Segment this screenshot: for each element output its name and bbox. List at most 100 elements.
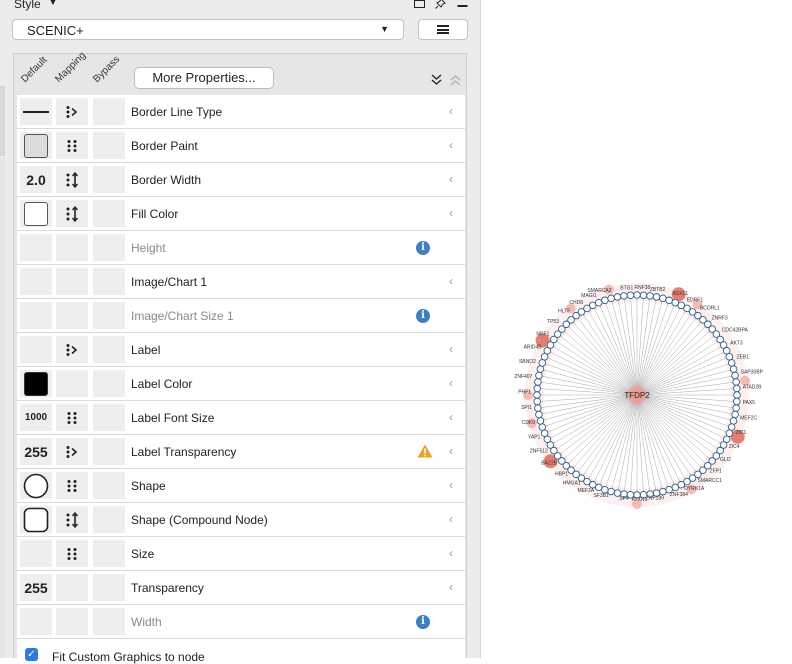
bypass-cell[interactable]	[93, 132, 125, 159]
more-properties-button[interactable]: More Properties...	[134, 67, 274, 89]
style-selector[interactable]: SCENIC+ ▼	[12, 19, 404, 40]
info-icon[interactable]: i	[416, 241, 430, 255]
discrete-mapping-icon[interactable]	[56, 98, 88, 125]
default-value-cell[interactable]	[20, 370, 52, 397]
collapse-all-icon[interactable]	[431, 74, 442, 88]
property-row-image-chart-1[interactable]: Image/Chart 1 ‹	[17, 265, 465, 299]
bypass-cell[interactable]	[93, 166, 125, 193]
default-value-cell[interactable]	[20, 506, 52, 533]
bypass-cell[interactable]	[93, 404, 125, 431]
bypass-cell[interactable]	[93, 608, 125, 635]
continuous-mapping-icon[interactable]	[56, 166, 88, 193]
default-value-cell[interactable]	[20, 608, 52, 635]
passthrough-mapping-icon[interactable]	[56, 404, 88, 431]
mapping-cell[interactable]	[56, 370, 88, 397]
warning-icon[interactable]	[417, 444, 433, 458]
pin-icon[interactable]	[434, 0, 446, 9]
continuous-mapping-icon[interactable]	[56, 200, 88, 227]
network-node	[535, 371, 543, 380]
default-value-cell[interactable]	[20, 268, 52, 295]
property-row-label[interactable]: Label ‹	[17, 333, 465, 367]
passthrough-mapping-icon[interactable]	[56, 472, 88, 499]
property-row-label-transparency[interactable]: 255 Label Transparency ‹	[17, 435, 465, 469]
chevron-left-icon[interactable]: ‹	[449, 138, 453, 152]
bypass-cell[interactable]	[93, 574, 125, 601]
chevron-left-icon[interactable]: ‹	[449, 342, 453, 356]
bypass-cell[interactable]	[93, 438, 125, 465]
property-row-image-chart-size-1[interactable]: Image/Chart Size 1 i	[17, 299, 465, 333]
network-node	[732, 378, 740, 386]
property-label: Transparency	[131, 581, 204, 595]
property-row-shape[interactable]: Shape ‹	[17, 469, 465, 503]
chevron-left-icon[interactable]: ‹	[449, 410, 453, 424]
minimize-icon[interactable]	[456, 0, 468, 9]
property-row-fill-color[interactable]: Fill Color ‹	[17, 197, 465, 231]
passthrough-mapping-icon[interactable]	[56, 132, 88, 159]
property-row-transparency[interactable]: 255 Transparency ‹	[17, 571, 465, 605]
default-value-cell[interactable]	[20, 200, 52, 227]
chevron-left-icon[interactable]: ‹	[449, 376, 453, 390]
bypass-cell[interactable]	[93, 370, 125, 397]
property-row-border-paint[interactable]: Border Paint ‹	[17, 129, 465, 163]
bypass-cell[interactable]	[93, 336, 125, 363]
panel-title-dropdown-icon[interactable]: ▼	[48, 0, 58, 8]
fit-custom-graphics-checkbox[interactable]: ✓	[25, 648, 38, 661]
continuous-mapping-icon[interactable]	[56, 506, 88, 533]
bypass-cell[interactable]	[93, 506, 125, 533]
network-canvas[interactable]: RNF38 ZBTB2 ASXL1EDRF1 BCORL1 ZNRF3 CDC42BPA A…	[500, 260, 790, 540]
mapping-cell[interactable]	[56, 234, 88, 261]
property-row-shape-compound-node[interactable]: Shape (Compound Node) ‹	[17, 503, 465, 537]
info-icon[interactable]: i	[416, 309, 430, 323]
property-row-size[interactable]: Size ‹	[17, 537, 465, 571]
network-node	[536, 365, 545, 373]
bypass-cell[interactable]	[93, 234, 125, 261]
property-row-label-font-size[interactable]: 1000 Label Font Size ‹	[17, 401, 465, 435]
property-row-label-color[interactable]: Label Color ‹	[17, 367, 465, 401]
bypass-cell[interactable]	[93, 302, 125, 329]
default-value-cell[interactable]: 255	[20, 438, 52, 465]
chevron-left-icon[interactable]: ‹	[449, 444, 453, 458]
mapping-cell[interactable]	[56, 268, 88, 295]
chevron-left-icon[interactable]: ‹	[449, 478, 453, 492]
default-value-cell[interactable]	[20, 234, 52, 261]
default-value-cell[interactable]: 1000	[20, 404, 52, 431]
discrete-mapping-icon[interactable]	[56, 336, 88, 363]
network-node	[533, 397, 541, 406]
default-value-cell[interactable]	[20, 472, 52, 499]
default-value-cell[interactable]	[20, 336, 52, 363]
chevron-left-icon[interactable]: ‹	[449, 206, 453, 220]
passthrough-mapping-icon[interactable]	[56, 540, 88, 567]
info-icon[interactable]: i	[416, 615, 430, 629]
mapping-cell[interactable]	[56, 574, 88, 601]
chevron-left-icon[interactable]: ‹	[449, 512, 453, 526]
default-value-cell[interactable]: 255	[20, 574, 52, 601]
default-value-cell[interactable]	[20, 98, 52, 125]
chevron-left-icon[interactable]: ‹	[449, 274, 453, 288]
property-row-width[interactable]: Width i	[17, 605, 465, 639]
default-value-cell[interactable]: 2.0	[20, 166, 52, 193]
bypass-cell[interactable]	[93, 540, 125, 567]
node-label: TP53	[547, 319, 559, 325]
bypass-cell[interactable]	[93, 472, 125, 499]
default-value-cell[interactable]	[20, 132, 52, 159]
float-window-icon[interactable]	[413, 0, 425, 9]
bypass-cell[interactable]	[93, 268, 125, 295]
mapping-cell[interactable]	[56, 302, 88, 329]
discrete-mapping-icon[interactable]	[56, 438, 88, 465]
default-value-cell[interactable]	[20, 302, 52, 329]
expand-all-icon[interactable]	[450, 75, 461, 89]
default-value-cell[interactable]	[20, 540, 52, 567]
options-menu-button[interactable]	[418, 19, 468, 40]
property-row-height[interactable]: Height i	[17, 231, 465, 265]
node-label: ATXN1	[632, 497, 648, 503]
chevron-left-icon[interactable]: ‹	[449, 172, 453, 186]
fit-custom-graphics-row[interactable]: ✓ Fit Custom Graphics to node	[17, 639, 465, 664]
chevron-left-icon[interactable]: ‹	[449, 104, 453, 118]
property-row-border-line-type[interactable]: Border Line Type ‹	[17, 95, 465, 129]
bypass-cell[interactable]	[93, 98, 125, 125]
property-row-border-width[interactable]: 2.0 Border Width ‹	[17, 163, 465, 197]
chevron-left-icon[interactable]: ‹	[449, 580, 453, 594]
bypass-cell[interactable]	[93, 200, 125, 227]
mapping-cell[interactable]	[56, 608, 88, 635]
chevron-left-icon[interactable]: ‹	[449, 546, 453, 560]
